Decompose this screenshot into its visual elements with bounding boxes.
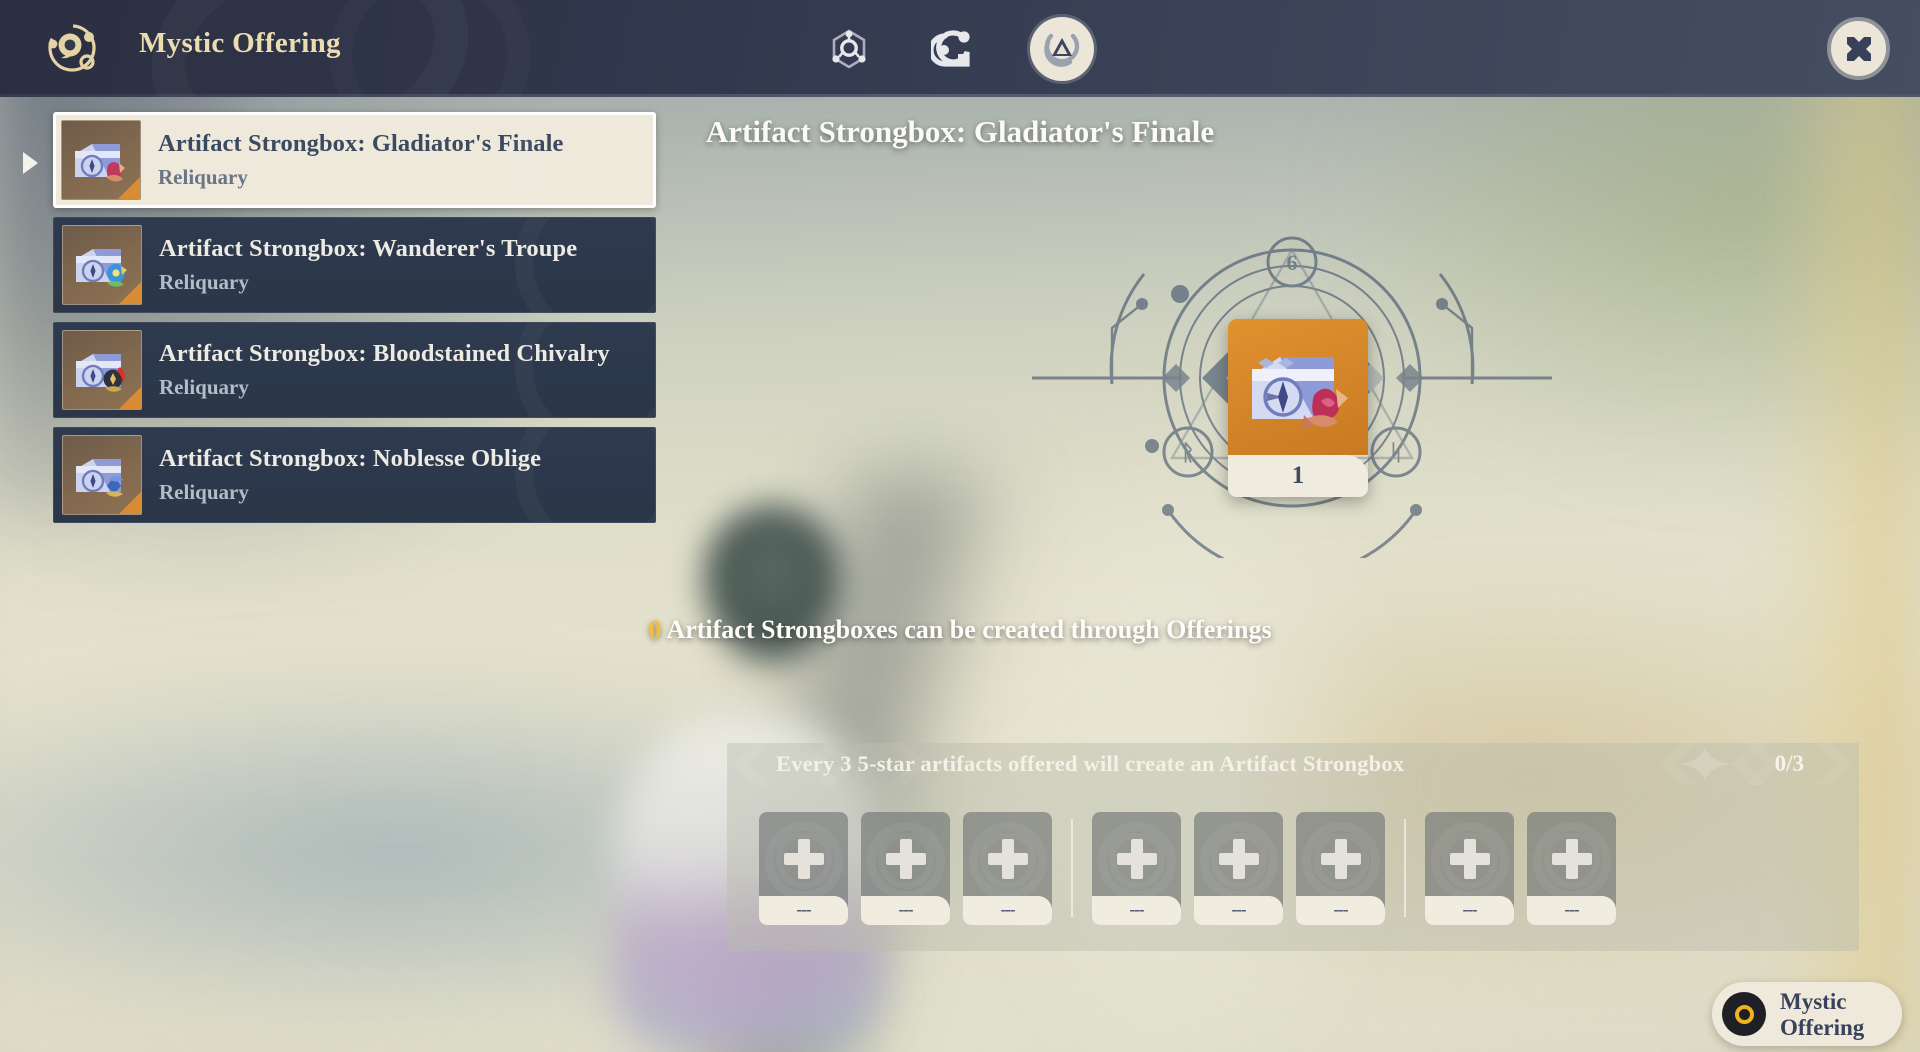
list-item[interactable]: Artifact Strongbox: Wanderer's Troupe Re… [53, 217, 656, 313]
plus-icon [899, 838, 912, 879]
detail-item-count: 1 [1228, 455, 1368, 497]
svg-text:ᚱ: ᚱ [1181, 440, 1194, 465]
offering-slot[interactable]: --- [963, 811, 1052, 925]
plus-icon [1001, 838, 1014, 879]
offering-slot[interactable]: --- [861, 811, 950, 925]
close-button[interactable] [1827, 17, 1890, 80]
slot-group-divider [1404, 819, 1406, 917]
close-icon [1846, 36, 1871, 61]
svg-text:ᛋ: ᛋ [1389, 440, 1402, 465]
mystic-offering-badge-icon [1722, 992, 1766, 1036]
offering-slot[interactable]: --- [1425, 811, 1514, 925]
list-item-name: Artifact Strongbox: Noblesse Oblige [159, 445, 542, 472]
topbar-ornament-2 [330, 0, 530, 97]
svg-text:6: 6 [1287, 250, 1298, 275]
list-item[interactable]: Artifact Strongbox: Bloodstained Chivalr… [53, 322, 656, 418]
tab-mystic-offering[interactable] [1030, 16, 1094, 81]
offering-slot[interactable]: --- [759, 811, 848, 925]
list-item[interactable]: Artifact Strongbox: Gladiator's Finale R… [53, 112, 656, 208]
plus-icon [1565, 838, 1578, 879]
strongbox-noblesse-oblige-icon [62, 435, 142, 515]
offering-slot-label: --- [1129, 900, 1145, 919]
list-item-name: Artifact Strongbox: Gladiator's Finale [158, 130, 564, 157]
plus-icon [797, 838, 810, 879]
offering-progress: 0/3 [1774, 751, 1804, 776]
offering-text: Artifact Strongboxes can be created thro… [661, 615, 1272, 644]
list-item-subtitle: Reliquary [159, 480, 249, 504]
offering-slot-label: --- [1564, 900, 1580, 919]
strongbox-list: Artifact Strongbox: Gladiator's Finale R… [53, 112, 656, 532]
mystic-offering-button[interactable]: Mystic Offering [1712, 982, 1902, 1046]
offering-slot-row: --- --- --- --- --- --- --- --- [727, 785, 1859, 951]
list-item-name: Artifact Strongbox: Bloodstained Chivalr… [159, 340, 610, 367]
offering-panel: Every 3 5-star artifacts offered will cr… [727, 743, 1859, 951]
offering-slot-label: --- [1231, 900, 1247, 919]
offering-slot[interactable]: --- [1527, 811, 1616, 925]
offering-slot[interactable]: --- [1092, 811, 1181, 925]
offering-slot[interactable]: --- [1296, 811, 1385, 925]
plus-icon [1334, 838, 1347, 879]
offering-availability-text: 0 Artifact Strongboxes can be created th… [0, 615, 1920, 645]
mystic-offering-button-line2: Offering [1780, 1014, 1865, 1040]
slot-group-divider [1071, 819, 1073, 917]
mystic-offering-button-line1: Mystic [1780, 988, 1847, 1014]
list-item-name: Artifact Strongbox: Wanderer's Troupe [159, 235, 578, 262]
star-ornament-icon [1679, 747, 1731, 781]
offering-slot-label: --- [1462, 900, 1478, 919]
detail-item-card[interactable]: 1 [1228, 319, 1368, 497]
offering-slot-label: --- [796, 900, 812, 919]
top-bar: Mystic Offering [0, 0, 1920, 97]
offering-panel-header: Every 3 5-star artifacts offered will cr… [727, 743, 1859, 785]
plus-icon [1130, 838, 1143, 879]
strongbox-wanderers-troupe-icon [62, 225, 142, 305]
mystic-offering-icon [1044, 33, 1080, 67]
plus-icon [1463, 838, 1476, 879]
selected-row-arrow-icon [23, 152, 38, 174]
tab-bar [820, 0, 1094, 97]
alchemy-conversion-icon [931, 29, 970, 67]
offering-slot[interactable]: --- [1194, 811, 1283, 925]
offering-slot-label: --- [898, 900, 914, 919]
strongbox-bloodstained-chivalry-icon [62, 330, 142, 410]
offering-rule-text: Every 3 5-star artifacts offered will cr… [776, 751, 1405, 776]
plus-icon [1232, 838, 1245, 879]
tab-crafting[interactable] [820, 20, 878, 78]
strongbox-gladiators-finale-icon [1252, 357, 1348, 429]
offering-count: 0 [648, 615, 662, 644]
list-item-subtitle: Reliquary [159, 270, 249, 294]
strongbox-gladiators-finale-icon [61, 120, 141, 200]
list-item-subtitle: Reliquary [159, 375, 249, 399]
list-item-subtitle: Reliquary [158, 165, 248, 189]
page-title: Mystic Offering [139, 27, 341, 59]
offering-slot-label: --- [1000, 900, 1016, 919]
tab-conversion[interactable] [925, 20, 983, 78]
list-item[interactable]: Artifact Strongbox: Noblesse Oblige Reli… [53, 427, 656, 523]
crafting-bench-icon [832, 28, 866, 69]
offering-slot-label: --- [1333, 900, 1349, 919]
mystic-offering-logo-icon [48, 24, 96, 72]
